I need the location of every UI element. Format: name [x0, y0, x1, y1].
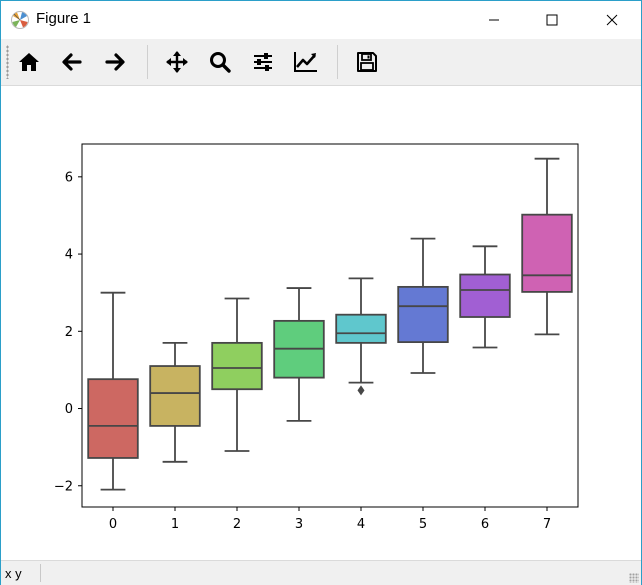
minimize-icon [489, 19, 499, 21]
outlier-point [357, 385, 365, 396]
figure-canvas[interactable]: −2 0 2 4 6 0 1 2 3 4 5 6 7 [1, 86, 641, 560]
box-category-5 [397, 285, 449, 344]
coordinates-readout: x y [5, 566, 22, 581]
sliders-icon [254, 53, 272, 71]
boxplot-chart: −2 0 2 4 6 0 1 2 3 4 5 6 7 [54, 143, 579, 532]
title-bar: Figure 1 [1, 1, 641, 39]
magnifier-icon [210, 52, 231, 73]
arrow-right-icon [105, 53, 125, 71]
maximize-icon [546, 14, 558, 26]
x-tick-label: 6 [481, 517, 489, 532]
home-icon [19, 53, 39, 71]
box-category-0 [87, 378, 139, 459]
edit-axes-button[interactable] [288, 44, 324, 80]
arrow-left-icon [62, 53, 82, 71]
y-tick-label: 0 [65, 402, 73, 417]
toolbar-grip[interactable] [6, 45, 9, 79]
minimize-button[interactable] [471, 1, 517, 39]
x-tick-label: 2 [233, 517, 241, 532]
x-tick-label: 4 [357, 517, 365, 532]
box-category-7 [521, 213, 573, 293]
x-tick-label: 3 [295, 517, 303, 532]
forward-button[interactable] [97, 44, 133, 80]
zoom-button[interactable] [202, 44, 238, 80]
box-category-4 [335, 313, 387, 344]
home-button[interactable] [11, 44, 47, 80]
axes-frame [81, 143, 579, 508]
y-tick-label: 2 [65, 325, 73, 340]
status-bar: x y [1, 560, 641, 585]
toolbar-separator [337, 45, 338, 79]
y-tick-label: −2 [54, 479, 73, 494]
move-icon [166, 51, 188, 73]
toolbar-separator [147, 45, 148, 79]
navigation-toolbar [1, 39, 641, 86]
box-category-6 [459, 273, 511, 318]
x-tick-label: 5 [419, 517, 427, 532]
save-button[interactable] [349, 44, 385, 80]
back-button[interactable] [54, 44, 90, 80]
maximize-button[interactable] [529, 1, 575, 39]
line-chart-icon [294, 52, 317, 72]
x-tick-label: 7 [543, 517, 551, 532]
box-category-2 [211, 341, 263, 391]
box-category-1 [149, 365, 201, 427]
y-tick-label: 6 [65, 170, 73, 185]
x-tick-label: 1 [171, 517, 179, 532]
floppy-disk-icon [357, 52, 377, 72]
y-tick-label: 4 [65, 248, 73, 263]
figure-window: Figure 1 −2 0 2 4 6 0 1 2 3 4 5 6 7 x y [0, 0, 642, 585]
window-title: Figure 1 [36, 10, 92, 27]
close-button[interactable] [589, 1, 635, 39]
x-tick-label: 0 [109, 517, 117, 532]
resize-grip[interactable] [629, 573, 639, 583]
status-separator [40, 564, 41, 582]
close-icon [606, 14, 618, 26]
pan-button[interactable] [159, 44, 195, 80]
configure-subplots-button[interactable] [245, 44, 281, 80]
matplotlib-logo-icon [11, 11, 29, 29]
